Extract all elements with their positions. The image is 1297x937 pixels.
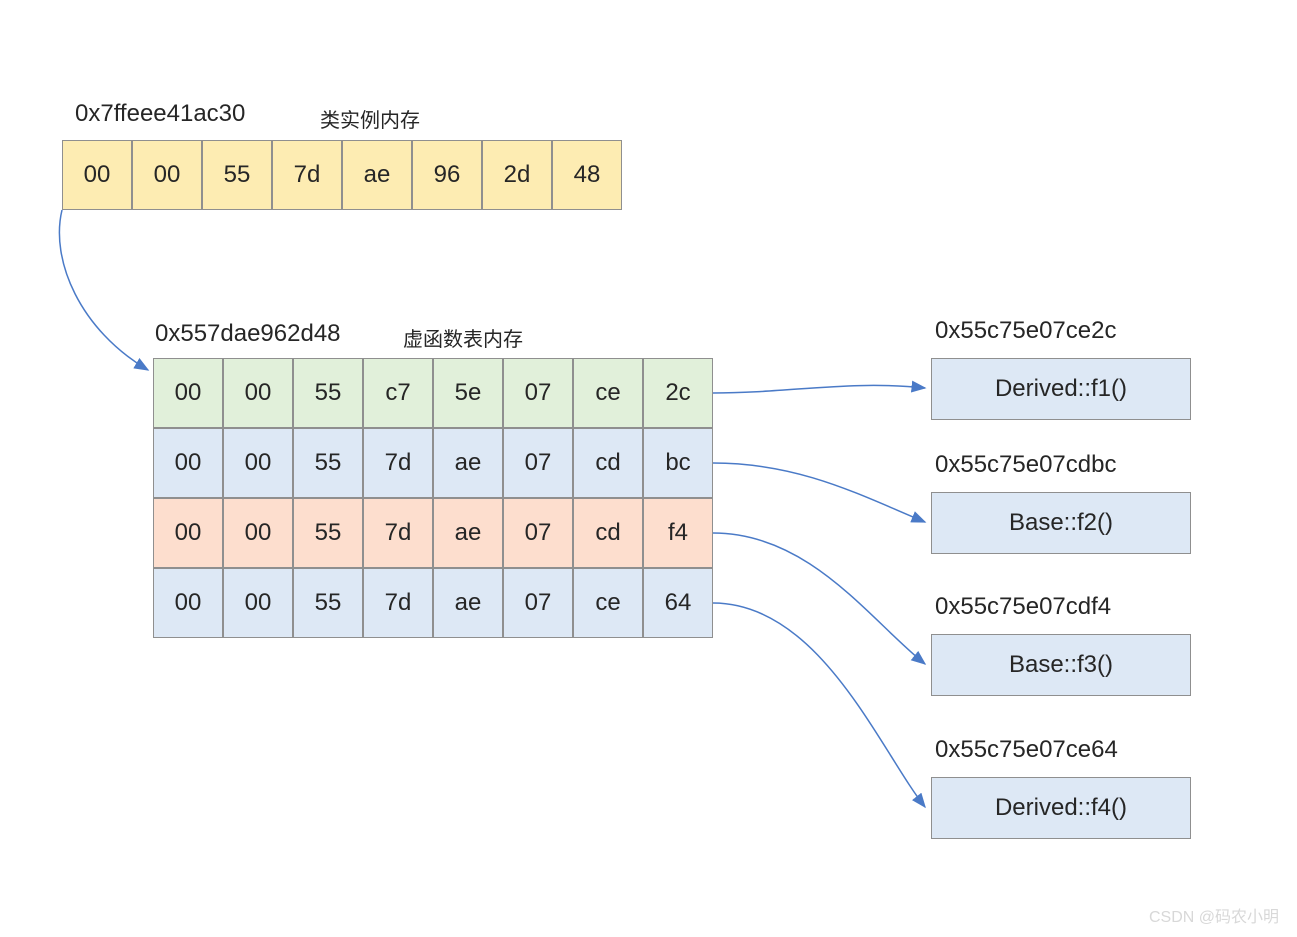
byte-cell: 5e: [433, 358, 503, 428]
byte-cell: 07: [503, 428, 573, 498]
byte-cell: 96: [412, 140, 482, 210]
byte-cell: ae: [433, 428, 503, 498]
vtable-memory-label: 虚函数表内存: [403, 323, 523, 352]
watermark: CSDN @码农小明: [1149, 903, 1279, 927]
byte-cell: 00: [62, 140, 132, 210]
byte-cell: ae: [433, 498, 503, 568]
byte-cell: 07: [503, 498, 573, 568]
arrow-instance-to-vtable: [59, 210, 148, 370]
byte-cell: 00: [153, 428, 223, 498]
byte-cell: ce: [573, 358, 643, 428]
vtable-address-label: 0x557dae962d48: [155, 320, 341, 348]
byte-cell: 7d: [272, 140, 342, 210]
vtable-row-1: 00 00 55 7d ae 07 cd bc: [153, 428, 713, 498]
byte-cell: bc: [643, 428, 713, 498]
byte-cell: 7d: [363, 568, 433, 638]
arrow-row3-to-func3: [713, 603, 925, 807]
func-0-box: Derived::f1(): [931, 358, 1191, 420]
byte-cell: 07: [503, 358, 573, 428]
vtable-row-3: 00 00 55 7d ae 07 ce 64: [153, 568, 713, 638]
func-1-name: Base::f2(): [1009, 509, 1113, 537]
func-0-address: 0x55c75e07ce2c: [935, 317, 1116, 345]
byte-cell: f4: [643, 498, 713, 568]
byte-cell: 2c: [643, 358, 713, 428]
byte-cell: ae: [433, 568, 503, 638]
byte-cell: 00: [223, 358, 293, 428]
byte-cell: 64: [643, 568, 713, 638]
byte-cell: 00: [223, 498, 293, 568]
byte-cell: 00: [153, 358, 223, 428]
vtable-row-0: 00 00 55 c7 5e 07 ce 2c: [153, 358, 713, 428]
byte-cell: 00: [132, 140, 202, 210]
byte-cell: 00: [223, 428, 293, 498]
func-0-name: Derived::f1(): [995, 375, 1127, 403]
byte-cell: 07: [503, 568, 573, 638]
byte-cell: 00: [153, 498, 223, 568]
func-1-box: Base::f2(): [931, 492, 1191, 554]
byte-cell: 48: [552, 140, 622, 210]
byte-cell: 55: [293, 358, 363, 428]
func-3-box: Derived::f4(): [931, 777, 1191, 839]
byte-cell: ae: [342, 140, 412, 210]
byte-cell: 00: [153, 568, 223, 638]
func-1-address: 0x55c75e07cdbc: [935, 451, 1116, 479]
instance-byte-row: 00 00 55 7d ae 96 2d 48: [62, 140, 622, 210]
func-3-address: 0x55c75e07ce64: [935, 736, 1118, 764]
arrow-row0-to-func0: [713, 385, 925, 393]
byte-cell: 55: [202, 140, 272, 210]
byte-cell: 55: [293, 428, 363, 498]
byte-cell: 7d: [363, 428, 433, 498]
arrow-row1-to-func1: [713, 463, 925, 522]
vtable-row-2: 00 00 55 7d ae 07 cd f4: [153, 498, 713, 568]
byte-cell: 2d: [482, 140, 552, 210]
instance-address-label: 0x7ffeee41ac30: [75, 100, 245, 128]
arrow-row2-to-func2: [713, 533, 925, 664]
byte-cell: 55: [293, 568, 363, 638]
byte-cell: 55: [293, 498, 363, 568]
func-2-address: 0x55c75e07cdf4: [935, 593, 1111, 621]
instance-memory-label: 类实例内存: [320, 104, 420, 133]
func-2-box: Base::f3(): [931, 634, 1191, 696]
byte-cell: 7d: [363, 498, 433, 568]
byte-cell: cd: [573, 498, 643, 568]
byte-cell: cd: [573, 428, 643, 498]
byte-cell: 00: [223, 568, 293, 638]
func-2-name: Base::f3(): [1009, 651, 1113, 679]
byte-cell: ce: [573, 568, 643, 638]
func-3-name: Derived::f4(): [995, 794, 1127, 822]
byte-cell: c7: [363, 358, 433, 428]
